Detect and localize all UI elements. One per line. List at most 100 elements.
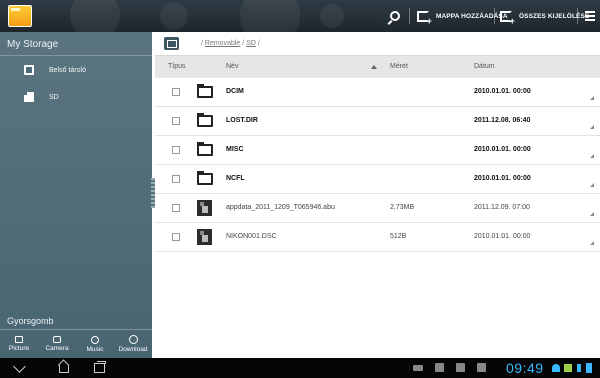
select-all-label: ÖSSZES KIJELÖLÉSE — [519, 12, 590, 20]
quick-picture-button[interactable]: Picture — [0, 330, 38, 358]
table-header: Típus Név Méret Dátum — [155, 56, 600, 78]
table-row[interactable]: NIKON001.DSC 512B 2010.01.01. 00:00 — [155, 223, 600, 252]
file-date: 2010.01.01. 00:00 — [474, 146, 531, 153]
quick-download-button[interactable]: Download — [114, 330, 152, 358]
column-header-size[interactable]: Méret — [390, 63, 408, 70]
select-all-icon — [500, 10, 515, 26]
quick-button-label: Camera — [45, 345, 69, 352]
recent-apps-icon[interactable] — [93, 361, 106, 373]
folder-icon — [197, 142, 213, 156]
file-name: appdata_2011_1209_T065946.abu — [226, 204, 335, 211]
row-checkbox[interactable] — [172, 204, 180, 212]
breadcrumb: / Removable / SD / — [201, 40, 260, 47]
row-context-indicator-icon — [590, 96, 594, 100]
table-row[interactable]: appdata_2011_1209_T065946.abu 2,73MB 201… — [155, 194, 600, 223]
picture-icon — [15, 336, 23, 343]
home-icon[interactable] — [57, 361, 69, 373]
row-checkbox[interactable] — [172, 146, 180, 154]
overflow-menu-button[interactable] — [585, 0, 595, 32]
system-bar: 09:49 — [0, 358, 600, 378]
select-all-button[interactable]: ÖSSZES KIJELÖLÉSE — [500, 0, 589, 32]
file-size: 2,73MB — [390, 204, 415, 211]
sd-card-icon — [24, 92, 34, 102]
path-bar: / Removable / SD / — [155, 32, 600, 56]
music-icon — [91, 335, 99, 344]
file-name: LOST.DIR — [226, 117, 258, 124]
quick-button-label: Picture — [8, 345, 30, 352]
row-context-indicator-icon — [590, 183, 594, 187]
file-date: 2010.01.01. 00:00 — [474, 175, 531, 182]
file-name: NCFL — [226, 175, 245, 182]
breadcrumb-separator: / — [242, 40, 245, 47]
row-checkbox[interactable] — [172, 233, 180, 241]
search-button[interactable] — [390, 0, 400, 32]
usb-notification-icon[interactable] — [456, 363, 465, 372]
column-header-name[interactable]: Név — [226, 63, 238, 70]
file-date: 2010.01.01. 00:00 — [474, 233, 531, 240]
row-checkbox[interactable] — [172, 117, 180, 125]
camera-icon — [53, 336, 61, 343]
sort-ascending-icon — [371, 65, 377, 69]
folder-icon — [197, 113, 213, 127]
file-name: NIKON001.DSC — [226, 233, 277, 240]
sidebar-divider — [0, 55, 152, 56]
file-name: MISC — [226, 146, 244, 153]
sidebar-item-internal-storage[interactable]: Belső tároló — [0, 57, 152, 83]
keyboard-icon — [413, 365, 423, 371]
up-folder-button[interactable] — [164, 37, 179, 50]
quick-button-label: Download — [118, 346, 148, 353]
table-row[interactable]: MISC 2010.01.01. 00:00 — [155, 136, 600, 165]
sidebar-item-label: Belső tároló — [49, 66, 86, 74]
internal-storage-icon — [24, 65, 34, 75]
add-folder-icon — [417, 10, 432, 26]
file-size: 512B — [390, 233, 407, 240]
add-folder-label: MAPPA HOZZÁADÁSA — [436, 12, 508, 20]
row-checkbox[interactable] — [172, 88, 180, 96]
signal-icon — [564, 364, 572, 372]
sd-notification-icon[interactable] — [435, 363, 444, 372]
row-checkbox[interactable] — [172, 175, 180, 183]
folder-icon — [197, 84, 213, 98]
quick-buttons-bar: Picture Camera Music Download — [0, 329, 152, 358]
sidebar-item-sd[interactable]: SD — [0, 84, 152, 110]
quick-button-label: Music — [86, 345, 104, 353]
file-date: 2011.12.08. 06:40 — [474, 117, 531, 124]
row-context-indicator-icon — [590, 212, 594, 216]
download-icon — [128, 335, 138, 344]
sidebar-item-label: SD — [49, 93, 59, 101]
breadcrumb-separator: / — [257, 40, 260, 47]
back-icon[interactable] — [14, 361, 26, 373]
file-date: 2010.01.01. 00:00 — [474, 88, 531, 95]
file-list-panel: / Removable / SD / Típus Név Méret Dátum… — [155, 32, 600, 358]
breadcrumb-sd[interactable]: SD — [246, 40, 256, 47]
quick-camera-button[interactable]: Camera — [38, 330, 76, 358]
wifi-icon — [552, 364, 560, 372]
table-row[interactable]: DCIM 2010.01.01. 00:00 — [155, 78, 600, 107]
file-icon — [197, 229, 212, 245]
row-context-indicator-icon — [590, 241, 594, 245]
folder-icon — [197, 171, 213, 185]
file-manager-app-icon[interactable] — [8, 5, 32, 27]
row-context-indicator-icon — [590, 125, 594, 129]
quick-buttons-title: Gyorsgomb — [7, 316, 54, 326]
breadcrumb-separator: / — [201, 40, 203, 47]
search-icon — [390, 11, 400, 21]
file-date: 2011.12.09. 07:00 — [474, 204, 530, 211]
file-name: DCIM — [226, 88, 244, 95]
sidebar-title: My Storage — [7, 39, 59, 50]
table-row[interactable]: LOST.DIR 2011.12.08. 06:40 — [155, 107, 600, 136]
column-header-type[interactable]: Típus — [168, 63, 186, 70]
quick-music-button[interactable]: Music — [76, 330, 114, 358]
screenshot-notification-icon[interactable] — [477, 363, 486, 372]
status-clock[interactable]: 09:49 — [506, 360, 544, 376]
breadcrumb-removable[interactable]: Removable — [205, 40, 240, 47]
menu-icon — [585, 11, 595, 21]
action-bar: MAPPA HOZZÁADÁSA ÖSSZES KIJELÖLÉSE — [0, 0, 600, 46]
column-header-date[interactable]: Dátum — [474, 63, 495, 70]
row-context-indicator-icon — [590, 154, 594, 158]
arrow-icon — [577, 364, 581, 372]
sidebar: My Storage Belső tároló SD Gyorsgomb Pic… — [0, 32, 152, 358]
file-icon — [197, 200, 212, 216]
battery-icon — [586, 363, 592, 373]
table-row[interactable]: NCFL 2010.01.01. 00:00 — [155, 165, 600, 194]
